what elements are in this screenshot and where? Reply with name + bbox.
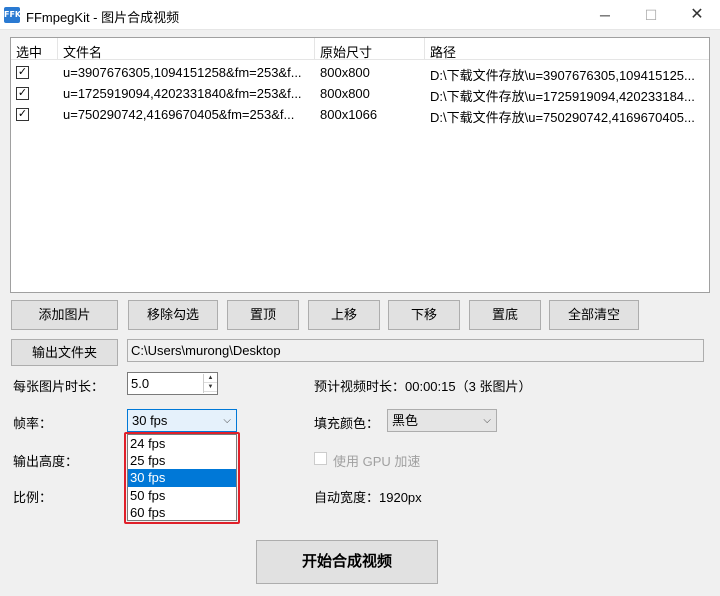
move-bottom-button[interactable]: 置底: [469, 300, 541, 330]
table-row[interactable]: ✓ u=1725919094,4202331840&fm=253&f... 80…: [11, 83, 709, 104]
output-path-field[interactable]: C:\Users\murong\Desktop: [127, 339, 704, 362]
fill-color-label: 填充颜色：: [314, 416, 380, 431]
move-up-button[interactable]: 上移: [308, 300, 380, 330]
row-checkbox[interactable]: ✓: [16, 108, 29, 121]
add-images-button[interactable]: 添加图片: [11, 300, 118, 330]
row-size: 800x800: [320, 65, 370, 80]
spin-down-icon[interactable]: ▼: [204, 383, 217, 392]
start-compose-button[interactable]: 开始合成视频: [256, 540, 438, 584]
maximize-button[interactable]: ☐: [628, 0, 674, 30]
table-row[interactable]: ✓ u=750290742,4169670405&fm=253&f... 800…: [11, 104, 709, 125]
header-divider: [424, 38, 425, 60]
fps-dropdown-list[interactable]: 24 fps 25 fps 30 fps 50 fps 60 fps: [127, 434, 237, 521]
estimated-duration: 预计视频时长：00:00:15（3 张图片）: [314, 379, 532, 394]
table-row[interactable]: ✓ u=3907676305,1094151258&fm=253&f... 80…: [11, 62, 709, 83]
fps-option-30[interactable]: 30 fps: [128, 469, 236, 487]
title-bar: FFK FFmpegKit - 图片合成视频 ─ ☐ ✕: [0, 0, 720, 30]
fps-select[interactable]: 30 fps ⌵: [127, 409, 237, 432]
chevron-down-icon: ⌵: [483, 415, 491, 426]
move-down-button[interactable]: 下移: [388, 300, 460, 330]
file-list[interactable]: 选中 文件名 原始尺寸 路径 ✓ u=3907676305,1094151258…: [10, 37, 710, 293]
duration-stepper[interactable]: ▲ ▼: [203, 374, 217, 393]
row-path: D:\下载文件存放\u=1725919094,420233184...: [430, 89, 695, 104]
fps-option-50[interactable]: 50 fps: [128, 487, 236, 504]
output-height-label: 输出高度：: [13, 454, 79, 469]
row-filename: u=750290742,4169670405&fm=253&f...: [63, 107, 295, 122]
spin-up-icon[interactable]: ▲: [204, 374, 217, 383]
row-filename: u=3907676305,1094151258&fm=253&f...: [63, 65, 302, 80]
list-header: 选中 文件名 原始尺寸 路径: [11, 38, 709, 60]
fps-label: 帧率：: [13, 416, 53, 431]
header-size[interactable]: 原始尺寸: [320, 42, 372, 61]
fps-option-24[interactable]: 24 fps: [128, 435, 236, 452]
header-path[interactable]: 路径: [430, 42, 456, 61]
duration-label: 每张图片时长：: [13, 379, 105, 394]
app-icon: FFK: [4, 7, 21, 23]
row-size: 800x1066: [320, 107, 378, 122]
header-select[interactable]: 选中: [16, 42, 42, 61]
row-path: D:\下载文件存放\u=3907676305,109415125...: [430, 68, 695, 83]
window-title: FFmpegKit - 图片合成视频: [26, 10, 180, 25]
fps-selected-value: 30 fps: [132, 413, 168, 428]
gpu-label: 使用 GPU 加速: [333, 454, 421, 469]
row-filename: u=1725919094,4202331840&fm=253&f...: [63, 86, 302, 101]
chevron-down-icon: ⌵: [223, 415, 231, 426]
row-checkbox[interactable]: ✓: [16, 66, 29, 79]
clear-all-button[interactable]: 全部清空: [549, 300, 639, 330]
auto-width-label: 自动宽度：1920px: [314, 490, 422, 505]
fps-option-25[interactable]: 25 fps: [128, 452, 236, 469]
minimize-button[interactable]: ─: [582, 0, 628, 30]
row-path: D:\下载文件存放\u=750290742,4169670405...: [430, 110, 695, 125]
header-divider: [57, 38, 58, 60]
close-button[interactable]: ✕: [674, 0, 720, 30]
fps-option-60[interactable]: 60 fps: [128, 504, 236, 521]
header-name[interactable]: 文件名: [63, 42, 102, 61]
fill-color-value: 黑色: [392, 413, 419, 428]
move-top-button[interactable]: 置顶: [227, 300, 299, 330]
row-checkbox[interactable]: ✓: [16, 87, 29, 100]
row-size: 800x800: [320, 86, 370, 101]
fill-color-select[interactable]: 黑色 ⌵: [387, 409, 497, 432]
ratio-label: 比例：: [13, 490, 53, 505]
gpu-checkbox[interactable]: [314, 452, 327, 465]
header-divider: [314, 38, 315, 60]
remove-checked-button[interactable]: 移除勾选: [128, 300, 218, 330]
output-folder-button[interactable]: 输出文件夹: [11, 339, 118, 366]
